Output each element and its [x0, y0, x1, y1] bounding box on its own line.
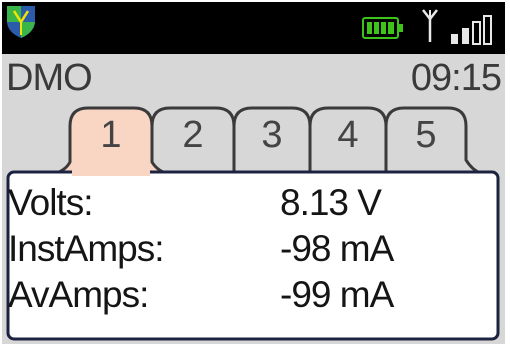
volts-label: Volts:: [8, 182, 93, 223]
tab-1-label: 1: [100, 114, 122, 156]
tab-5-label: 5: [415, 114, 437, 156]
av-amps-value: -99 mA: [280, 274, 394, 315]
av-amps-label: AvAmps:: [8, 274, 149, 315]
device-screen: DMO 09:15 1 2 3 4 5 Volts: 8.13 V InstAm…: [2, 2, 505, 344]
inst-amps-value: -98 mA: [280, 228, 394, 269]
tab-4-label: 4: [337, 114, 359, 156]
tab-3-label: 3: [261, 114, 283, 156]
tab-2-label: 2: [182, 114, 204, 156]
inst-amps-label: InstAmps:: [8, 228, 164, 269]
volts-value: 8.13 V: [280, 182, 382, 223]
